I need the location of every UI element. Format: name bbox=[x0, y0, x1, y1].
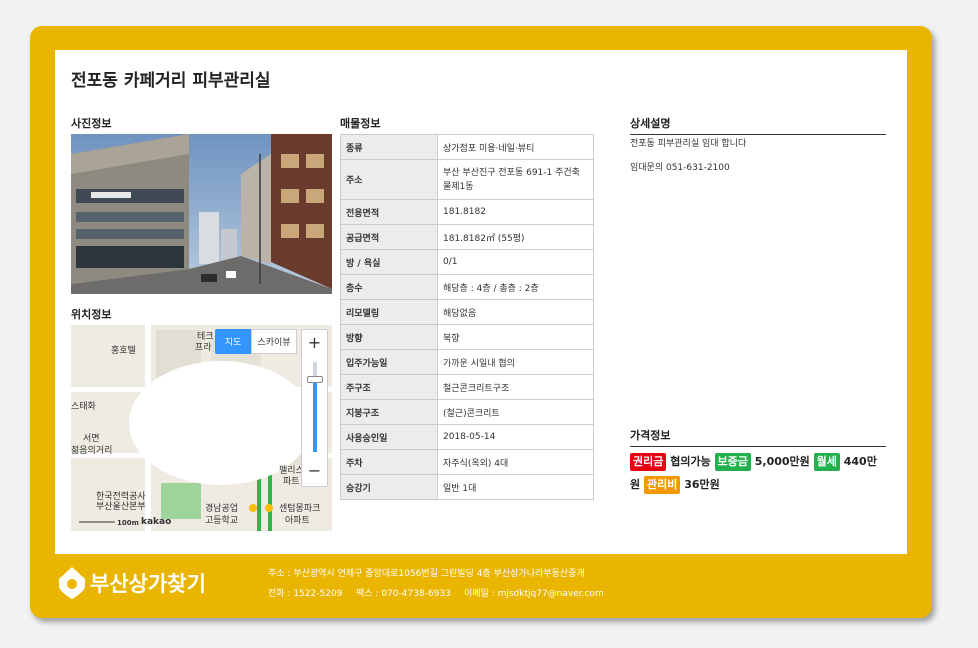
page-frame: 전포동 카페거리 피부관리실 사진정보 위치정보 홍호텔 테크 프라 스태화 서… bbox=[30, 26, 932, 618]
rent-badge: 월세 bbox=[813, 453, 840, 471]
map-scale: 100m bbox=[117, 519, 139, 527]
footer-fax: 팩스 : 070-4738-6933 bbox=[356, 589, 451, 599]
footer-logo-text: 부산상가찾기 bbox=[90, 572, 206, 596]
property-value: 자주식(옥외) 4대 bbox=[437, 449, 594, 475]
table-row: 층수 해당층 : 4층 / 총층 : 2층 bbox=[340, 274, 594, 300]
map-label: 아파트 bbox=[285, 516, 310, 526]
map-label: 스태화 bbox=[71, 402, 96, 412]
description-line-1: 전포동 피부관리실 임대 합니다 bbox=[630, 139, 747, 149]
section-location-heading: 위치정보 bbox=[71, 306, 332, 326]
deposit-value: 5,000만원 bbox=[754, 455, 810, 468]
property-value: 가까운 시일내 협의 bbox=[437, 349, 594, 375]
location-map[interactable]: 홍호텔 테크 프라 스태화 서면 젊음의거리 한국전력공사 부산울산본부 경남공… bbox=[71, 325, 332, 531]
property-key: 입주가능일 bbox=[340, 349, 438, 375]
section-description-heading: 상세설명 bbox=[630, 115, 886, 135]
map-tab-skyview[interactable]: 스카이뷰 bbox=[251, 329, 297, 354]
fee-badge: 관리비 bbox=[643, 476, 681, 494]
map-label: 프라 bbox=[195, 343, 212, 353]
footer-logo[interactable]: 부산상가찾기 bbox=[58, 566, 206, 600]
table-row: 종류 상가점포 미용·네일·뷰티 bbox=[340, 134, 594, 160]
property-key: 리모델링 bbox=[340, 299, 438, 325]
fee-value: 36만원 bbox=[684, 478, 720, 491]
page-title: 전포동 카페거리 피부관리실 bbox=[71, 71, 271, 91]
table-row: 공급면적 181.8182㎡ (55평) bbox=[340, 224, 594, 250]
price-info: 권리금 협의가능 보증금 5,000만원 월세 440만원 관리비 36만원 bbox=[630, 450, 886, 496]
property-key: 사용승인일 bbox=[340, 424, 438, 450]
table-row: 리모델링 해당없음 bbox=[340, 299, 594, 325]
table-row: 지붕구조 (철근)콘크리트 bbox=[340, 399, 594, 425]
zoom-level bbox=[313, 380, 317, 452]
map-label: 홍호텔 bbox=[111, 346, 136, 356]
property-value: 해당없음 bbox=[437, 299, 594, 325]
footer-address: 주소 : 부산광역시 연제구 중앙대로1056번길 그린빌딩 4층 부산상가나라… bbox=[268, 569, 585, 579]
table-row: 방 / 욕실 0/1 bbox=[340, 249, 594, 275]
table-row: 주소 부산 부산진구 전포동 691-1 주건축물제1동 bbox=[340, 159, 594, 200]
property-key: 승강기 bbox=[340, 474, 438, 500]
property-key: 전용면적 bbox=[340, 199, 438, 225]
property-key: 공급면적 bbox=[340, 224, 438, 250]
table-row: 주차 자주식(옥외) 4대 bbox=[340, 449, 594, 475]
property-key: 주구조 bbox=[340, 374, 438, 400]
map-label: 부산울산본부 bbox=[96, 502, 146, 512]
map-label: 젊음의거리 bbox=[71, 446, 113, 456]
map-label: 고등학교 bbox=[205, 516, 239, 526]
property-value: 일반 1대 bbox=[437, 474, 594, 500]
table-row: 사용승인일 2018-05-14 bbox=[340, 424, 594, 450]
description-line-2: 임대문의 051-631-2100 bbox=[630, 163, 730, 173]
table-row: 주구조 철근콘크리트구조 bbox=[340, 374, 594, 400]
premium-badge: 권리금 bbox=[630, 453, 667, 471]
property-value: 181.8182 bbox=[437, 199, 594, 225]
property-value: 0/1 bbox=[437, 249, 594, 275]
map-label: 파트 bbox=[283, 477, 300, 487]
property-value: 2018-05-14 bbox=[437, 424, 594, 450]
property-value: 철근콘크리트구조 bbox=[437, 374, 594, 400]
section-price-heading: 가격정보 bbox=[630, 427, 886, 447]
zoom-handle[interactable] bbox=[307, 376, 323, 383]
deposit-badge: 보증금 bbox=[714, 453, 751, 471]
zoom-out-button[interactable]: − bbox=[302, 456, 327, 484]
property-key: 방 / 욕실 bbox=[340, 249, 438, 275]
property-key: 주차 bbox=[340, 449, 438, 475]
zoom-control: + − bbox=[301, 329, 328, 487]
premium-value: 협의가능 bbox=[670, 455, 711, 468]
property-value: (철근)콘크리트 bbox=[437, 399, 594, 425]
zoom-in-button[interactable]: + bbox=[302, 330, 327, 354]
footer-email[interactable]: 이메일 : mjsdktjq77@naver.com bbox=[464, 586, 604, 599]
property-key: 종류 bbox=[340, 134, 438, 160]
property-key: 지붕구조 bbox=[340, 399, 438, 425]
property-value: 181.8182㎡ (55평) bbox=[437, 224, 594, 250]
property-photo[interactable] bbox=[71, 134, 332, 294]
property-info-table: 종류 상가점포 미용·네일·뷰티 주소 부산 부산진구 전포동 691-1 주건축물제… bbox=[340, 134, 594, 500]
footer-phone: 전화 : 1522-5209 bbox=[268, 589, 343, 599]
house-pin-icon bbox=[59, 567, 85, 599]
property-key: 주소 bbox=[340, 159, 438, 200]
street-photo-image bbox=[71, 134, 332, 294]
table-row: 승강기 일반 1대 bbox=[340, 474, 594, 500]
property-key: 층수 bbox=[340, 274, 438, 300]
property-value: 북향 bbox=[437, 324, 594, 350]
section-photo-heading: 사진정보 bbox=[71, 115, 332, 135]
section-property-heading: 매물정보 bbox=[340, 115, 594, 135]
property-value: 해당층 : 4층 / 총층 : 2층 bbox=[437, 274, 594, 300]
property-key: 방향 bbox=[340, 324, 438, 350]
table-row: 방향 북향 bbox=[340, 324, 594, 350]
map-tab-map[interactable]: 지도 bbox=[215, 329, 251, 354]
table-row: 전용면적 181.8182 bbox=[340, 199, 594, 225]
content-panel: 전포동 카페거리 피부관리실 사진정보 위치정보 홍호텔 테크 프라 스태화 서… bbox=[55, 50, 907, 554]
property-value: 부산 부산진구 전포동 691-1 주건축물제1동 bbox=[437, 159, 594, 200]
property-value: 상가점포 미용·네일·뷰티 bbox=[437, 134, 594, 160]
table-row: 입주가능일 가까운 시일내 협의 bbox=[340, 349, 594, 375]
kakao-logo: kakao bbox=[141, 517, 172, 527]
